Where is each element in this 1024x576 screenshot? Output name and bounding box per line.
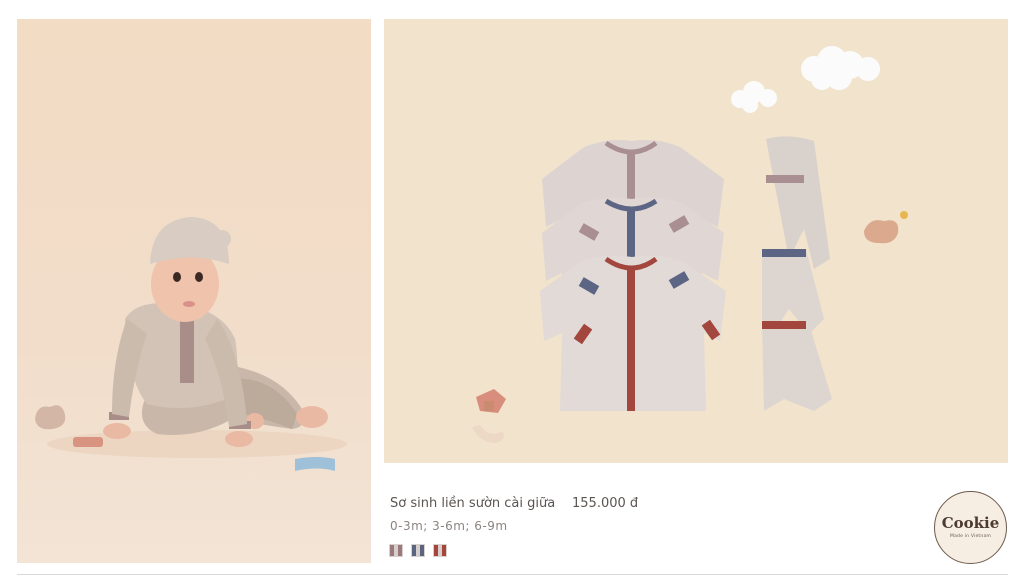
baby-model-photo[interactable] [17, 19, 371, 563]
product-flatlay-photo[interactable] [384, 19, 1008, 463]
baby-model-illustration [35, 217, 347, 471]
brand-logo-tagline: Made in Vietnam [950, 534, 991, 539]
product-sizes: 0-3m; 3-6m; 6-9m [390, 519, 508, 533]
product-flatlay-illustration [472, 46, 908, 443]
color-swatch-list [389, 544, 447, 557]
color-swatch-red[interactable] [433, 544, 447, 557]
bottom-divider [17, 574, 1008, 575]
brand-logo[interactable]: Cookie Made in Vietnam [934, 491, 1007, 564]
color-swatch-mauve[interactable] [389, 544, 403, 557]
brand-logo-word: Cookie [941, 514, 1000, 532]
color-swatch-navy[interactable] [411, 544, 425, 557]
product-name: Sơ sinh liền sườn cài giữa [390, 496, 556, 511]
product-price: 155.000 đ [572, 496, 639, 511]
